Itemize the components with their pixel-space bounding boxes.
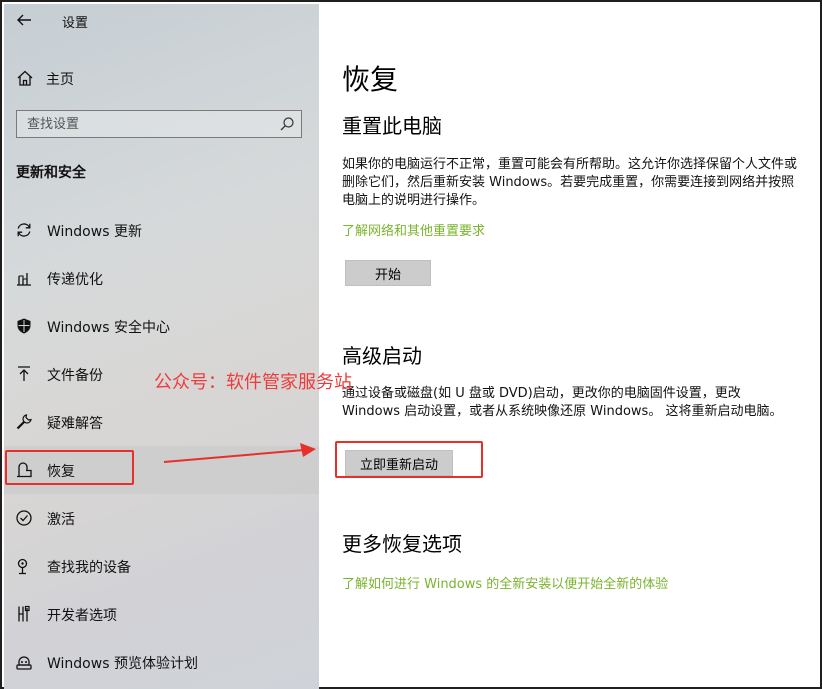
sidebar-item-label: Windows 安全中心 bbox=[47, 320, 170, 336]
sidebar-item-windows-update[interactable]: Windows 更新 bbox=[4, 206, 319, 254]
sidebar-item-windows-security[interactable]: Windows 安全中心 bbox=[4, 302, 319, 350]
sync-icon bbox=[17, 223, 31, 237]
home-icon bbox=[17, 70, 33, 86]
sidebar-item-home[interactable]: 主页 bbox=[4, 60, 319, 96]
fresh-install-link[interactable]: 了解如何进行 Windows 的全新安装以便开始全新的体验 bbox=[342, 573, 668, 592]
highlight-box-restart bbox=[335, 441, 483, 478]
sidebar-item-label: 文件备份 bbox=[47, 368, 103, 384]
sidebar-item-delivery-optimization[interactable]: 传递优化 bbox=[4, 254, 319, 302]
advanced-startup-heading: 高级启动 bbox=[342, 344, 422, 368]
window-title: 设置 bbox=[62, 16, 89, 31]
delivery-optimization-icon bbox=[17, 273, 31, 286]
backup-arrow-icon bbox=[18, 366, 30, 381]
section-title: 更新和安全 bbox=[16, 165, 86, 181]
sidebar-item-find-my-device[interactable]: 查找我的设备 bbox=[4, 542, 319, 590]
more-recovery-heading: 更多恢复选项 bbox=[342, 532, 462, 556]
sidebar-item-label: 疑难解答 bbox=[47, 416, 103, 432]
page-title: 恢复 bbox=[342, 63, 399, 96]
reset-start-button[interactable]: 开始 bbox=[345, 260, 431, 286]
sidebar-item-label: Windows 更新 bbox=[47, 224, 142, 240]
sidebar-item-label: 激活 bbox=[47, 512, 75, 528]
developer-icon bbox=[18, 605, 30, 622]
title-bar: 设置 bbox=[4, 4, 319, 36]
sidebar-item-windows-insider[interactable]: Windows 预览体验计划 bbox=[4, 638, 319, 686]
sidebar-item-activation[interactable]: 激活 bbox=[4, 494, 319, 542]
reset-heading: 重置此电脑 bbox=[342, 114, 442, 138]
search-icon[interactable] bbox=[279, 116, 295, 132]
sidebar-item-label: 主页 bbox=[46, 72, 74, 88]
insider-icon bbox=[16, 656, 32, 670]
advanced-startup-description: 通过设备或磁盘(如 U 盘或 DVD)启动，更改你的电脑固件设置，更改 Wind… bbox=[342, 386, 783, 419]
main-content: 恢复 重置此电脑 如果你的电脑运行不正常，重置可能会有所帮助。这允许你选择保留个… bbox=[342, 2, 812, 689]
search-box bbox=[16, 110, 302, 138]
reset-requirements-link[interactable]: 了解网络和其他重置要求 bbox=[342, 220, 485, 239]
highlight-box-recovery bbox=[5, 450, 134, 485]
check-circle-icon bbox=[16, 510, 32, 526]
sidebar-item-label: Windows 预览体验计划 bbox=[47, 656, 198, 672]
sidebar-item-label: 查找我的设备 bbox=[47, 560, 131, 576]
watermark-text: 公众号：软件管家服务站 bbox=[154, 372, 352, 393]
wrench-icon bbox=[16, 414, 32, 430]
sidebar-item-label: 开发者选项 bbox=[47, 608, 117, 624]
pointer-arrow-icon bbox=[163, 443, 316, 463]
search-input[interactable] bbox=[17, 111, 279, 137]
settings-window: 设置 主页 更新和安全 Windows 更新 bbox=[0, 0, 822, 689]
sidebar-item-developer-options[interactable]: 开发者选项 bbox=[4, 590, 319, 638]
find-device-icon bbox=[17, 558, 28, 575]
shield-icon bbox=[17, 318, 31, 334]
sidebar-item-label: 传递优化 bbox=[47, 272, 103, 288]
back-arrow-icon[interactable] bbox=[14, 10, 34, 30]
reset-description: 如果你的电脑运行不正常，重置可能会有所帮助。这允许你选择保留个人文件或删除它们，… bbox=[342, 157, 798, 208]
sidebar: 设置 主页 更新和安全 Windows 更新 bbox=[4, 4, 319, 689]
sidebar-item-troubleshoot[interactable]: 疑难解答 bbox=[4, 398, 319, 446]
